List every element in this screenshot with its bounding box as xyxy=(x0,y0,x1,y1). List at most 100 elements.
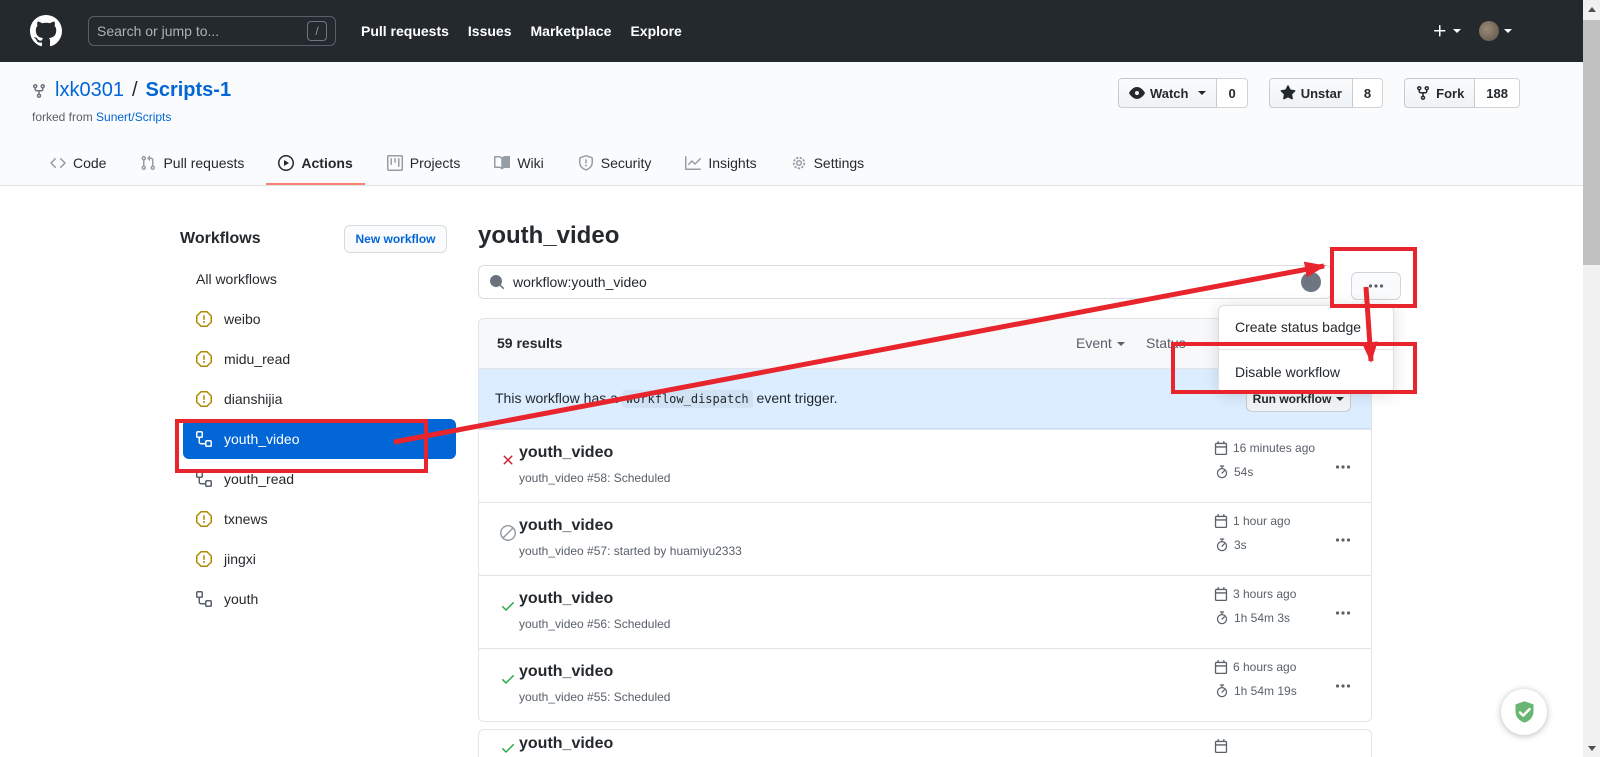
tab-insights[interactable]: Insights xyxy=(673,143,768,185)
run-title-link[interactable]: youth_video xyxy=(519,663,613,681)
run-title-link[interactable]: youth_video xyxy=(519,735,613,753)
caret-down-icon xyxy=(1453,29,1461,33)
run-row[interactable]: youth_video youth_video #55: Scheduled 6… xyxy=(479,648,1371,721)
run-duration: 54s xyxy=(1215,465,1253,479)
tab-wiki[interactable]: Wiki xyxy=(482,143,555,185)
tab-projects[interactable]: Projects xyxy=(375,143,473,185)
run-row[interactable]: youth_video xyxy=(479,730,1371,757)
run-title-link[interactable]: youth_video xyxy=(519,444,613,462)
run-duration: 1h 54m 3s xyxy=(1215,611,1290,625)
scrollbar[interactable] xyxy=(1583,0,1600,757)
github-actions-page: / Pull requests Issues Marketplace Explo… xyxy=(0,0,1600,757)
status-filter-dropdown[interactable]: Status xyxy=(1146,335,1199,351)
stopwatch-icon xyxy=(1215,465,1229,479)
event-filter-dropdown[interactable]: Event xyxy=(1076,335,1125,351)
star-icon xyxy=(1280,85,1296,101)
tab-code[interactable]: Code xyxy=(38,143,118,185)
adguard-extension-button[interactable] xyxy=(1501,689,1547,735)
create-new-button[interactable] xyxy=(1432,23,1461,39)
calendar-icon xyxy=(1214,739,1228,753)
menu-item-disable-workflow[interactable]: Disable workflow xyxy=(1219,349,1393,393)
check-success-icon xyxy=(500,598,516,614)
sidebar-item-youth-read[interactable]: youth_read xyxy=(176,459,456,499)
repo-forked-icon xyxy=(31,83,47,99)
fork-source-link[interactable]: Sunert/Scripts xyxy=(96,110,171,124)
run-time: 3 hours ago xyxy=(1214,587,1296,601)
banner-text: This workflow has a workflow_dispatch ev… xyxy=(495,390,837,406)
sidebar-item-youth[interactable]: youth xyxy=(176,579,456,619)
github-logo-icon[interactable] xyxy=(30,15,62,47)
run-title-link[interactable]: youth_video xyxy=(519,517,613,535)
scrollbar-up-button[interactable] xyxy=(1583,0,1600,17)
workflow-list: All workflows weibo midu_read dianshijia… xyxy=(176,259,456,619)
user-menu-button[interactable] xyxy=(1479,21,1512,41)
tab-security[interactable]: Security xyxy=(566,143,664,185)
unstar-button[interactable]: Unstar xyxy=(1269,78,1353,108)
calendar-icon xyxy=(1214,514,1228,528)
sidebar-item-txnews[interactable]: txnews xyxy=(176,499,456,539)
run-row[interactable]: youth_video youth_video #58: Scheduled 1… xyxy=(479,429,1371,502)
repo-owner-link[interactable]: lxk0301 xyxy=(55,79,124,102)
run-options-button[interactable] xyxy=(1331,528,1355,557)
run-duration: 1h 54m 19s xyxy=(1215,684,1297,698)
alert-icon xyxy=(196,391,212,407)
watch-count[interactable]: 0 xyxy=(1217,78,1247,108)
run-options-button[interactable] xyxy=(1331,674,1355,703)
repo-name-link[interactable]: Scripts-1 xyxy=(146,79,232,102)
nav-pull-requests[interactable]: Pull requests xyxy=(361,23,449,39)
nav-marketplace[interactable]: Marketplace xyxy=(531,23,612,39)
sidebar-item-weibo[interactable]: weibo xyxy=(176,299,456,339)
star-group: Unstar 8 xyxy=(1269,78,1383,108)
close-icon xyxy=(1302,277,1313,288)
run-title-link[interactable]: youth_video xyxy=(519,590,613,608)
workflows-heading: Workflows xyxy=(180,230,261,248)
eye-icon xyxy=(1129,85,1145,101)
caret-down-icon xyxy=(1336,397,1344,401)
watch-button[interactable]: Watch xyxy=(1118,78,1218,108)
caret-down-icon xyxy=(1117,342,1125,346)
menu-item-create-status-badge[interactable]: Create status badge xyxy=(1219,306,1393,349)
run-description: youth_video #56: Scheduled xyxy=(519,617,670,631)
slash-key-hint: / xyxy=(307,21,327,41)
run-time: 6 hours ago xyxy=(1214,660,1296,674)
caret-down-icon xyxy=(1504,29,1512,33)
fork-note-prefix: forked from xyxy=(32,110,93,124)
global-search-input[interactable] xyxy=(97,23,307,39)
run-row[interactable]: youth_video youth_video #56: Scheduled 3… xyxy=(479,575,1371,648)
run-options-button[interactable] xyxy=(1331,455,1355,484)
stopwatch-icon xyxy=(1215,684,1229,698)
run-search-input[interactable] xyxy=(513,274,1301,290)
play-icon xyxy=(278,155,294,171)
workflow-options-menu: Create status badge Disable workflow xyxy=(1218,305,1394,394)
fork-button[interactable]: Fork xyxy=(1404,78,1475,108)
stopwatch-icon xyxy=(1215,611,1229,625)
alert-icon xyxy=(196,511,212,527)
nav-issues[interactable]: Issues xyxy=(468,23,512,39)
code-icon xyxy=(50,155,66,171)
global-search[interactable]: / xyxy=(88,16,336,46)
code-chip: workflow_dispatch xyxy=(622,390,753,408)
clear-search-button[interactable] xyxy=(1301,272,1321,292)
repo-separator: / xyxy=(132,79,138,102)
repo-actions: Watch 0 Unstar 8 Fork 188 xyxy=(1118,78,1520,108)
nav-explore[interactable]: Explore xyxy=(630,23,681,39)
shield-check-icon xyxy=(1511,699,1538,726)
new-workflow-button[interactable]: New workflow xyxy=(344,225,447,253)
scrollbar-down-button[interactable] xyxy=(1583,740,1600,757)
sidebar-item-jingxi[interactable]: jingxi xyxy=(176,539,456,579)
star-count[interactable]: 8 xyxy=(1353,78,1383,108)
kebab-horizontal-icon xyxy=(1335,459,1351,475)
tab-settings[interactable]: Settings xyxy=(779,143,877,185)
run-options-button[interactable] xyxy=(1331,601,1355,630)
tab-actions[interactable]: Actions xyxy=(266,143,364,185)
fork-count[interactable]: 188 xyxy=(1475,78,1520,108)
kebab-horizontal-icon xyxy=(1335,532,1351,548)
repo-forked-icon xyxy=(1415,85,1431,101)
sidebar-item-dianshijia[interactable]: dianshijia xyxy=(176,379,456,419)
run-row[interactable]: youth_video youth_video #57: started by … xyxy=(479,502,1371,575)
scrollbar-thumb[interactable] xyxy=(1583,20,1600,265)
sidebar-item-youth-video[interactable]: youth_video xyxy=(183,419,456,459)
sidebar-item-all-workflows[interactable]: All workflows xyxy=(176,259,456,299)
sidebar-item-midu-read[interactable]: midu_read xyxy=(176,339,456,379)
tab-pull-requests[interactable]: Pull requests xyxy=(128,143,256,185)
